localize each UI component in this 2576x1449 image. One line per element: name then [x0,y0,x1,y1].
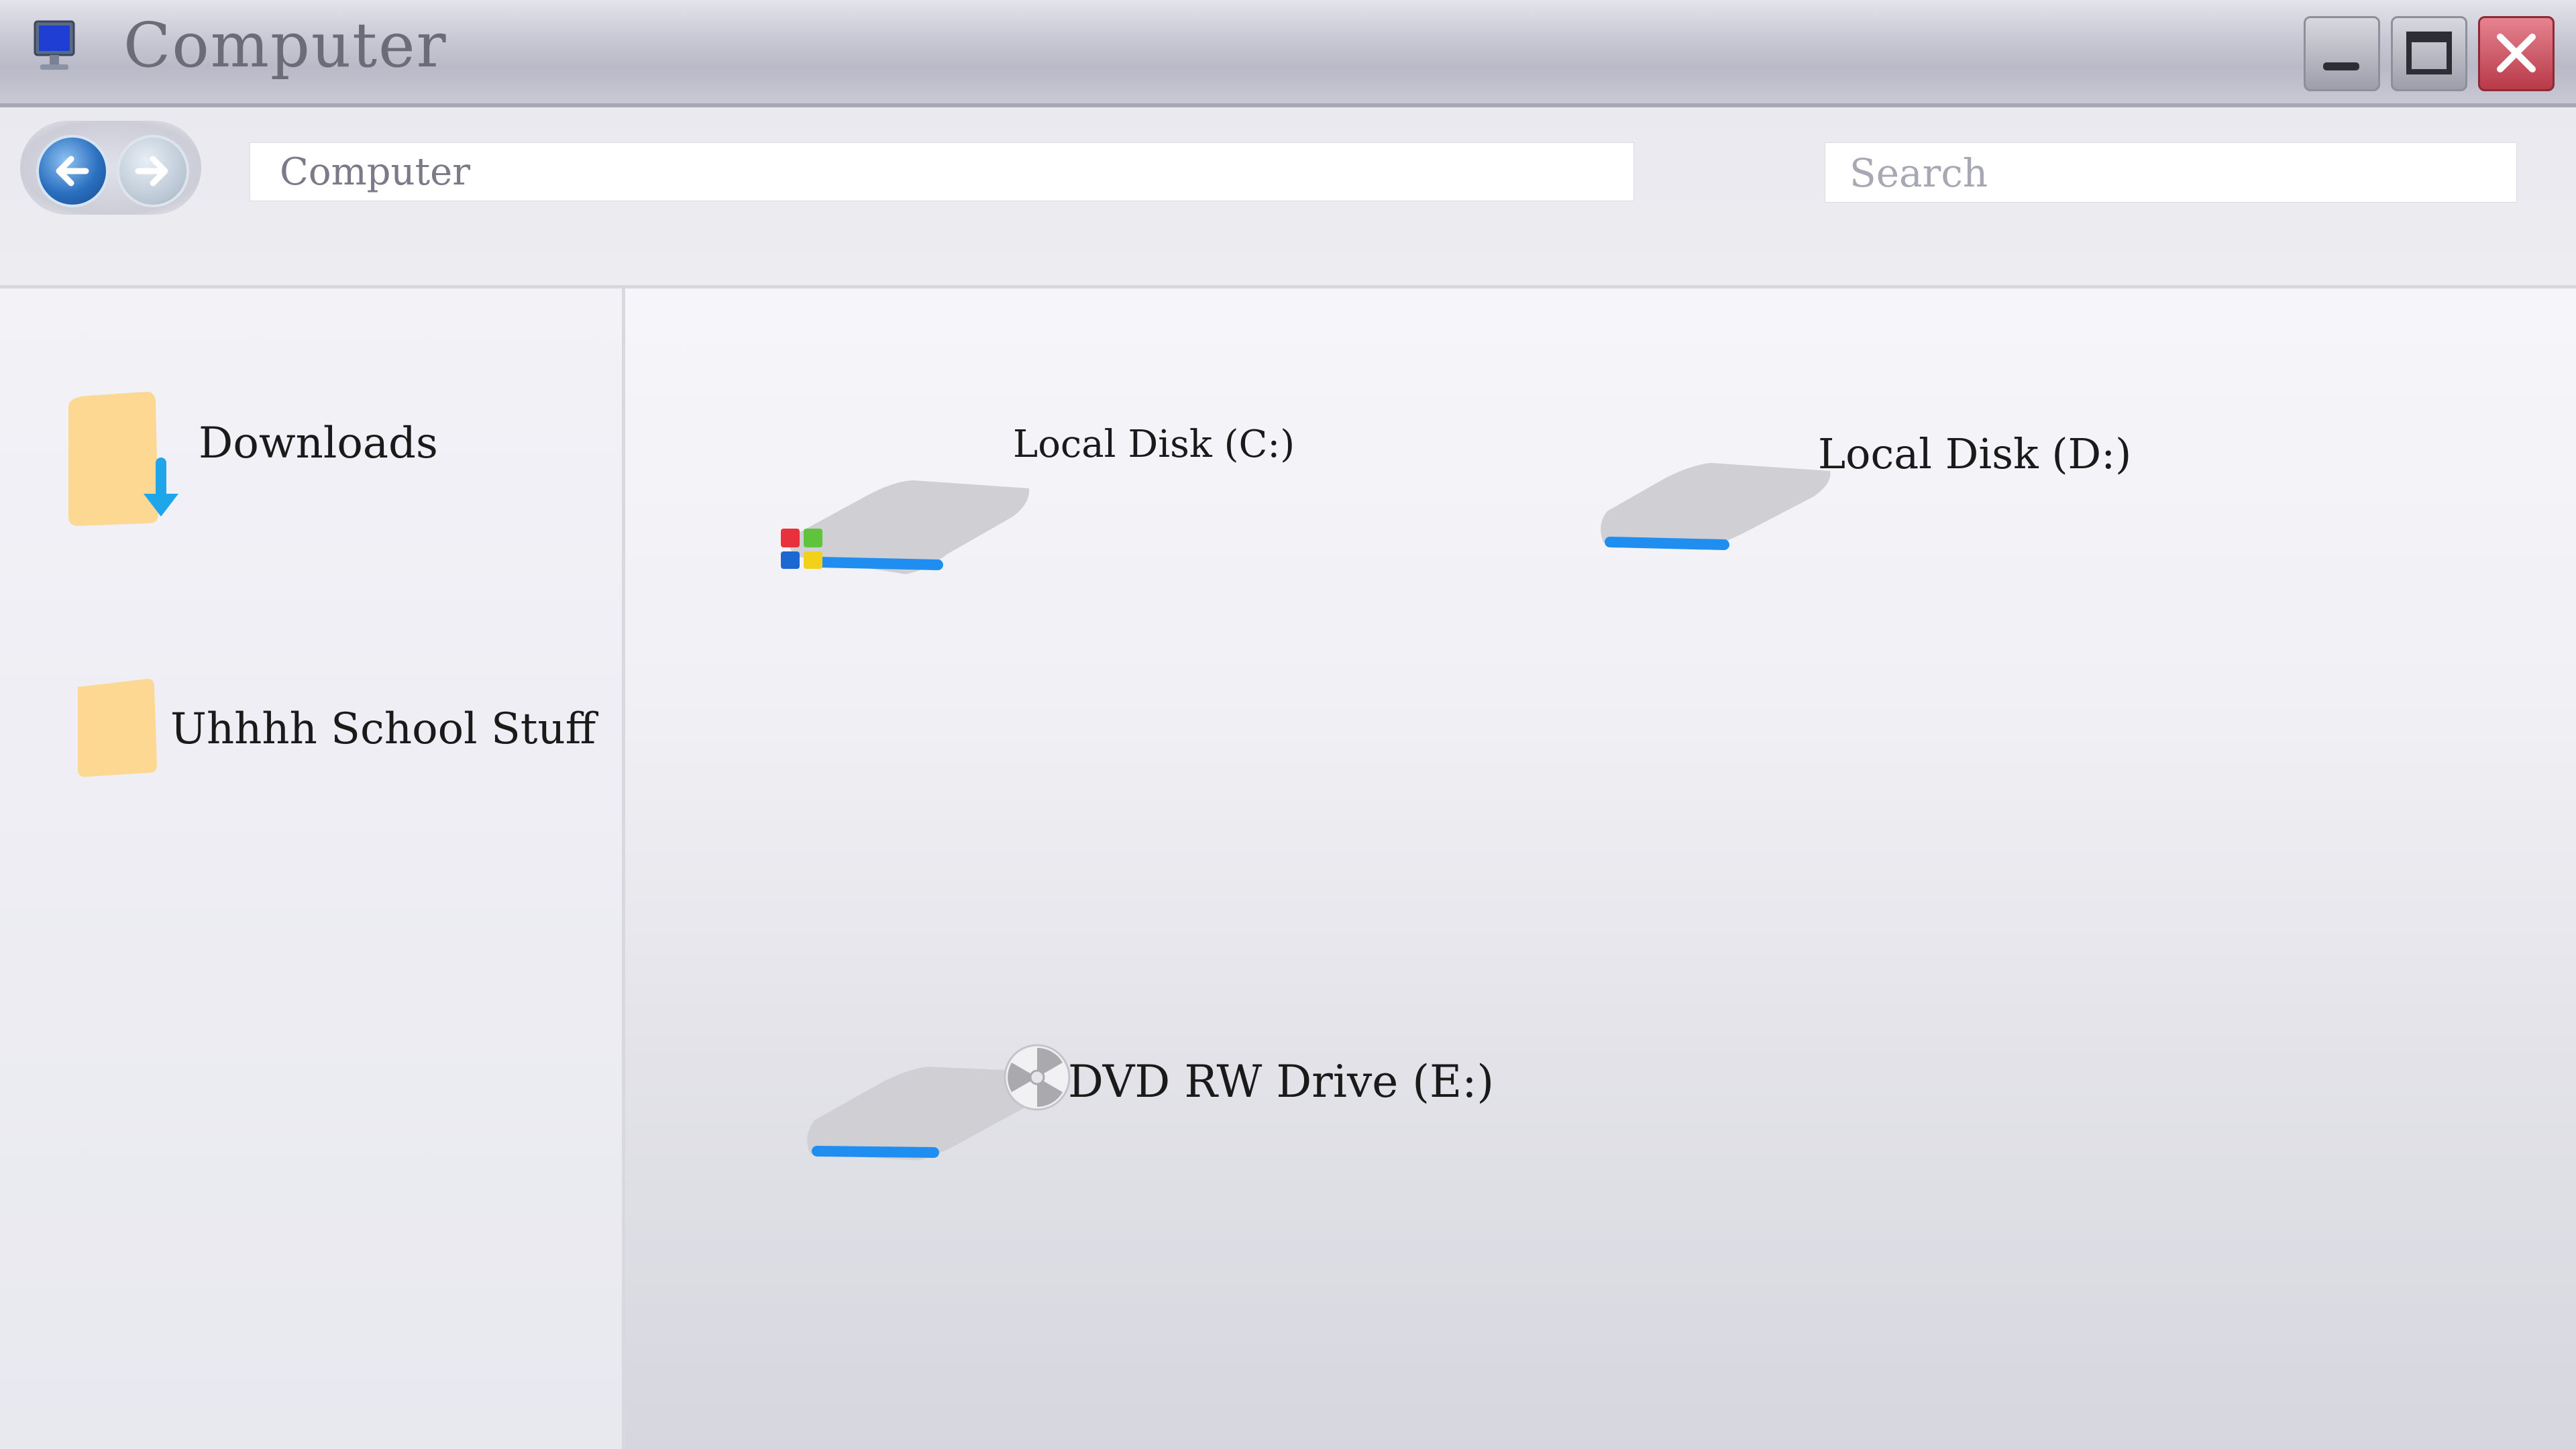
minimize-button[interactable] [2304,16,2380,91]
minimize-icon [2323,62,2359,70]
sidebar: Downloads Uhhhh School Stuff [0,288,625,1449]
dvd-drive-icon [807,1044,1071,1161]
drive-label: DVD RW Drive (E:) [1068,1056,1495,1108]
close-icon [2497,34,2536,72]
drive-label: Local Disk (D:) [1818,429,2132,478]
window-title: Computer [123,9,447,81]
sidebar-item-school-stuff[interactable]: Uhhhh School Stuff [60,664,597,812]
back-button[interactable] [36,135,109,207]
search-box[interactable] [1825,142,2517,203]
drive-label: Local Disk (C:) [1013,423,1295,466]
title-bar[interactable]: Computer [0,0,2576,107]
download-folder-icon [68,392,178,526]
explorer-window: Computer Computer Search Downloads Uhhhh… [0,0,2576,1449]
computer-icon [30,17,83,78]
sidebar-item-label: Downloads [199,419,438,468]
search-input[interactable] [1849,144,2516,203]
arrow-right-icon [135,156,168,186]
arrow-left-icon [56,156,89,186]
drive-item-c[interactable]: Local Disk (C:) [771,423,1308,584]
maximize-button[interactable] [2391,16,2467,91]
maximize-icon [2406,32,2452,74]
drive-item-d[interactable]: Local Disk (D:) [1593,429,2143,577]
address-bar[interactable]: Computer [250,142,1634,201]
toolbar: Computer [0,107,2576,288]
drive-item-e[interactable]: DVD RW Drive (E:) [800,1013,1494,1187]
sidebar-item-downloads[interactable]: Downloads [60,382,597,530]
system-drive-icon [781,480,1030,574]
content-area: Local Disk (C:) Local Disk (D:) DVD RW D… [625,288,2576,1449]
close-button[interactable] [2478,16,2555,91]
forward-button[interactable] [117,135,189,207]
sidebar-item-label: Uhhhh School Stuff [170,704,596,754]
